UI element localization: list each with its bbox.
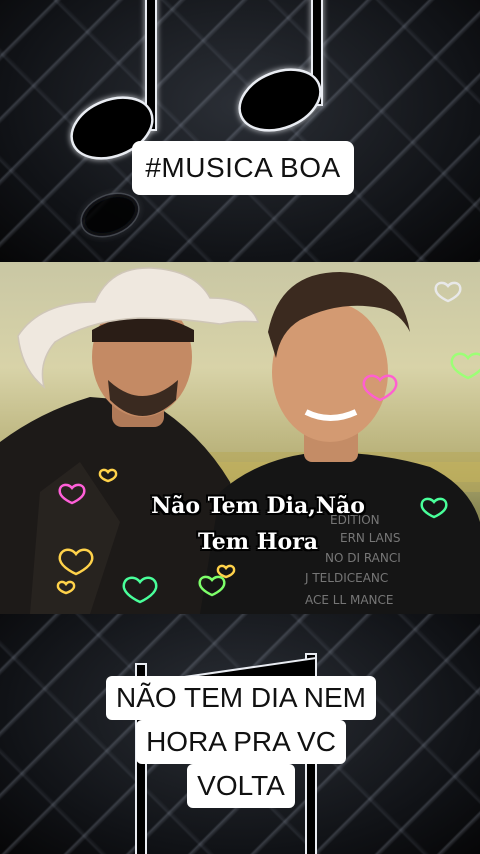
bottom-caption-line-1: NÃO TEM DIA NEM bbox=[106, 676, 376, 720]
svg-text:J TELDICEANC: J TELDICEANC bbox=[304, 571, 388, 585]
top-caption: #MUSICA BOA bbox=[132, 141, 354, 195]
bottom-caption-line-2: HORA PRA VC bbox=[136, 720, 346, 764]
bottom-caption-line-3: VOLTA bbox=[187, 764, 295, 808]
song-title-overlay: Não Tem Dia,Não Tem Hora bbox=[110, 488, 406, 560]
svg-text:ACE LL MANCE: ACE LL MANCE bbox=[305, 593, 393, 607]
singers-photo: EDITION ERN LANS NO DI RANCI J TELDICEAN… bbox=[0, 262, 480, 614]
song-title-line-1: Não Tem Dia,Não bbox=[151, 493, 365, 519]
song-title-line-2: Tem Hora bbox=[197, 529, 319, 555]
bottom-caption: NÃO TEM DIA NEM HORA PRA VC VOLTA bbox=[96, 676, 386, 808]
top-background-band bbox=[0, 0, 480, 262]
music-note-icon bbox=[70, 0, 323, 238]
